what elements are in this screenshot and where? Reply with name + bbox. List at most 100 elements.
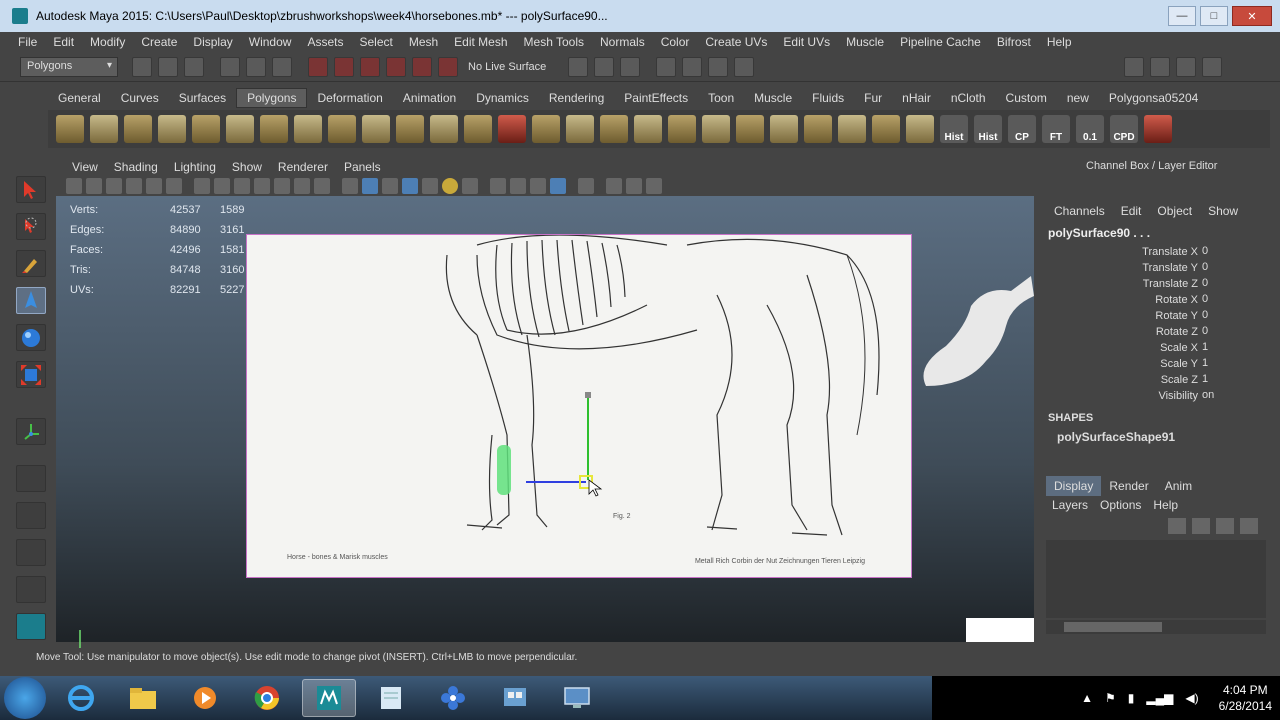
- cb-menu-channels[interactable]: Channels: [1046, 204, 1113, 218]
- taskbar-clock[interactable]: 4:04 PM 6/28/2014: [1219, 682, 1272, 714]
- layout-single-pane-icon[interactable]: [16, 465, 46, 492]
- film-gate-icon[interactable]: [214, 178, 230, 194]
- new-empty-layer-icon[interactable]: [1216, 518, 1234, 534]
- use-all-lights-icon[interactable]: [422, 178, 438, 194]
- smooth-shade-icon[interactable]: [362, 178, 378, 194]
- manipulator-y-handle[interactable]: [585, 392, 591, 398]
- menu-display[interactable]: Display: [185, 35, 240, 49]
- isolate-select-icon[interactable]: [578, 178, 594, 194]
- cb-attr-field[interactable]: on: [1200, 389, 1262, 404]
- offset-edge-loop-icon[interactable]: [702, 115, 730, 143]
- live-surface-icon[interactable]: [438, 56, 458, 77]
- layer-tab-display[interactable]: Display: [1046, 476, 1102, 496]
- rotate-tool-icon[interactable]: [16, 324, 46, 351]
- cb-menu-show[interactable]: Show: [1200, 204, 1246, 218]
- safe-action-icon[interactable]: [294, 178, 310, 194]
- tail-mesh-shape[interactable]: [916, 266, 1036, 396]
- merge-icon[interactable]: [770, 115, 798, 143]
- 2d-pan-zoom-icon[interactable]: [146, 178, 162, 194]
- shelf-tab-general[interactable]: General: [48, 88, 111, 108]
- volume-icon[interactable]: ◀): [1185, 691, 1198, 705]
- image-plane-icon[interactable]: [126, 178, 142, 194]
- shelf-tab-dynamics[interactable]: Dynamics: [466, 88, 539, 108]
- layer-menu-layers[interactable]: Layers: [1046, 498, 1094, 512]
- camera-icon[interactable]: [734, 56, 754, 77]
- manipulator-tool-icon[interactable]: [16, 418, 46, 445]
- toggle-modeling-toolkit-icon[interactable]: [1124, 56, 1144, 77]
- layer-scrollbar[interactable]: [1046, 620, 1266, 634]
- select-tool-icon[interactable]: [16, 176, 46, 203]
- menu-select[interactable]: Select: [351, 35, 400, 49]
- layer-menu-help[interactable]: Help: [1147, 498, 1184, 512]
- split-polygon-icon[interactable]: [634, 115, 662, 143]
- delete-history-icon[interactable]: Hist: [940, 115, 968, 143]
- cb-attr-label[interactable]: Rotate Z: [1040, 326, 1198, 338]
- maximize-button[interactable]: □: [1200, 6, 1228, 26]
- layout-outliner-icon[interactable]: [16, 539, 46, 566]
- poly-torus-icon[interactable]: [226, 115, 254, 143]
- close-button[interactable]: ✕: [1232, 6, 1272, 26]
- move-tool-icon[interactable]: [16, 287, 46, 314]
- center-pivot-delete-history-icon[interactable]: CPD: [1110, 115, 1138, 143]
- move-layer-down-icon[interactable]: [1192, 518, 1210, 534]
- render-view-icon[interactable]: [568, 56, 588, 77]
- cb-attr-label[interactable]: Rotate X: [1040, 294, 1198, 306]
- cb-attr-label[interactable]: Translate Y: [1040, 262, 1198, 274]
- separate-icon[interactable]: [362, 115, 390, 143]
- xray-icon[interactable]: [550, 178, 566, 194]
- flower-app-icon[interactable]: [426, 679, 480, 717]
- uv-editor-icon[interactable]: [872, 115, 900, 143]
- camera-attributes-icon[interactable]: [86, 178, 102, 194]
- boolean-icon[interactable]: [464, 115, 492, 143]
- select-camera-icon[interactable]: [66, 178, 82, 194]
- cb-attr-field[interactable]: 0: [1200, 245, 1262, 260]
- cb-attr-label[interactable]: Scale Z: [1040, 374, 1198, 386]
- maya-icon[interactable]: [302, 679, 356, 717]
- menu-pipeline-cache[interactable]: Pipeline Cache: [892, 35, 989, 49]
- shelf-tab-ncloth[interactable]: nCloth: [941, 88, 996, 108]
- insert-edge-loop-icon[interactable]: [668, 115, 696, 143]
- battery-icon[interactable]: ▮: [1128, 691, 1135, 705]
- notepad-icon[interactable]: [364, 679, 418, 717]
- menu-color[interactable]: Color: [653, 35, 698, 49]
- layer-scrollbar-thumb[interactable]: [1064, 622, 1162, 632]
- safe-title-icon[interactable]: [314, 178, 330, 194]
- menu-bifrost[interactable]: Bifrost: [989, 35, 1039, 49]
- cb-attr-field[interactable]: 1: [1200, 373, 1262, 388]
- select-object-icon[interactable]: [246, 56, 266, 77]
- layout-persp-graph-icon[interactable]: [16, 576, 46, 603]
- depth-of-field-icon[interactable]: [530, 178, 546, 194]
- hud-toggle-icon[interactable]: [646, 178, 662, 194]
- xray-active-icon[interactable]: [626, 178, 642, 194]
- bridge-icon[interactable]: [566, 115, 594, 143]
- shadows-icon[interactable]: [442, 178, 458, 194]
- snap-point-icon[interactable]: [360, 56, 380, 77]
- menu-edit-mesh[interactable]: Edit Mesh: [446, 35, 515, 49]
- menu-file[interactable]: File: [10, 35, 45, 49]
- menu-assets[interactable]: Assets: [299, 35, 351, 49]
- menu-mesh[interactable]: Mesh: [401, 35, 446, 49]
- select-component-icon[interactable]: [272, 56, 292, 77]
- cb-menu-object[interactable]: Object: [1149, 204, 1200, 218]
- display-icon[interactable]: [550, 679, 604, 717]
- shelf-tab-deformation[interactable]: Deformation: [307, 88, 392, 108]
- start-button[interactable]: [4, 677, 46, 719]
- shelf-tab-polygonsa05204[interactable]: Polygonsa05204: [1099, 88, 1208, 108]
- gate-mask-icon[interactable]: [254, 178, 270, 194]
- menu-muscle[interactable]: Muscle: [838, 35, 892, 49]
- shelf-tab-curves[interactable]: Curves: [111, 88, 169, 108]
- center-pivot-icon[interactable]: CP: [1008, 115, 1036, 143]
- shelf-tab-fur[interactable]: Fur: [854, 88, 892, 108]
- layout-four-pane-icon[interactable]: [16, 502, 46, 529]
- ipr-render-icon[interactable]: [620, 56, 640, 77]
- extrude-icon[interactable]: [532, 115, 560, 143]
- layer-list[interactable]: [1046, 540, 1266, 618]
- cb-attr-label[interactable]: Rotate Y: [1040, 310, 1198, 322]
- screen-space-ao-icon[interactable]: [462, 178, 478, 194]
- snap-grid-value-icon[interactable]: 0.1: [1076, 115, 1104, 143]
- hypershade-icon[interactable]: [682, 56, 702, 77]
- menu-normals[interactable]: Normals: [592, 35, 653, 49]
- selected-white-object[interactable]: [966, 618, 1034, 642]
- grease-pencil-icon[interactable]: [166, 178, 182, 194]
- menu-set-dropdown[interactable]: Polygons: [20, 56, 118, 77]
